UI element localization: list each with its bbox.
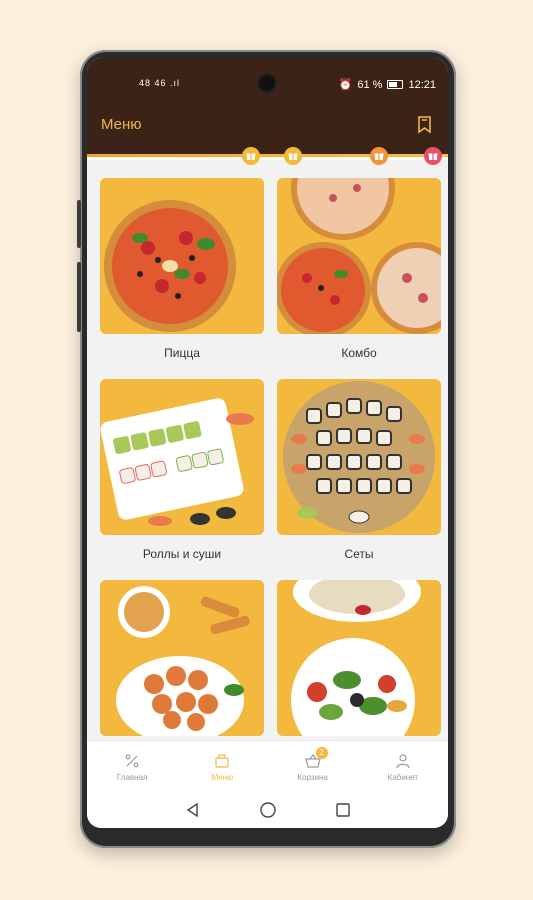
app-header: Меню <box>87 100 448 154</box>
snacks-image <box>100 580 264 736</box>
signal-indicator: 48 46 .ıl <box>139 78 181 88</box>
category-salads[interactable] <box>277 580 441 748</box>
category-label: Комбо <box>341 346 377 360</box>
pizza-image <box>100 178 264 334</box>
nav-menu[interactable]: Меню <box>177 741 267 793</box>
category-combo[interactable]: Комбо <box>277 178 441 360</box>
nav-home[interactable]: Главная <box>87 741 177 793</box>
status-right: ⏰ 61 % 12:21 <box>338 78 436 92</box>
volume-button <box>77 200 81 248</box>
gift-icon[interactable] <box>424 147 442 165</box>
category-label: Пицца <box>164 346 200 360</box>
nav-label: Главная <box>116 772 148 782</box>
clock: 12:21 <box>408 78 436 91</box>
battery-icon <box>387 80 404 89</box>
category-snacks[interactable] <box>100 580 264 748</box>
page-title: Меню <box>101 116 142 133</box>
battery-percent: 61 % <box>357 78 383 91</box>
user-icon <box>396 753 410 768</box>
category-pizza[interactable]: Пицца <box>100 178 264 360</box>
bookmark-icon[interactable] <box>414 114 436 136</box>
category-label: Роллы и суши <box>142 547 222 561</box>
back-icon[interactable] <box>185 802 201 818</box>
nav-label: Кабинет <box>387 772 419 782</box>
recents-icon[interactable] <box>335 802 351 818</box>
gift-icon[interactable] <box>284 147 302 165</box>
gift-icon[interactable] <box>242 147 260 165</box>
bonus-progress-fill <box>87 154 448 157</box>
percent-icon <box>125 754 139 767</box>
power-button <box>77 262 81 332</box>
salads-image <box>277 580 441 736</box>
category-rolls[interactable]: Роллы и суши <box>100 379 264 561</box>
front-camera <box>259 75 275 91</box>
nav-label: Корзина <box>297 772 328 782</box>
rolls-image <box>100 379 264 535</box>
cart-badge: 2 <box>315 747 328 759</box>
category-sets[interactable]: Сеты <box>277 379 441 561</box>
app-screen: 48 46 .ıl ⏰ 61 % 12:21 Меню Пицца Комбо … <box>87 58 448 828</box>
combo-image <box>277 178 441 334</box>
menu-icon <box>215 753 229 768</box>
alarm-icon: ⏰ <box>338 79 353 91</box>
gift-icon[interactable] <box>370 147 388 165</box>
status-bar: 48 46 .ıl ⏰ 61 % 12:21 <box>87 58 448 100</box>
nav-account[interactable]: Кабинет <box>358 741 448 793</box>
bottom-nav: Главная Меню 2 Корзина Кабинет <box>87 740 448 793</box>
nav-cart[interactable]: 2 Корзина <box>268 741 358 793</box>
system-nav-bar <box>87 792 448 828</box>
sets-image <box>277 379 441 535</box>
category-label: Сеты <box>344 547 374 561</box>
home-icon[interactable] <box>259 801 277 819</box>
nav-label: Меню <box>211 772 234 782</box>
bonus-progress <box>87 154 448 160</box>
